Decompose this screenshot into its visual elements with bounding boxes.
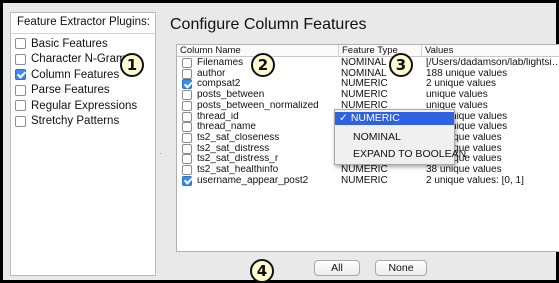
values-cell: 38 unique values [426,165,502,175]
plugin-sidebar: Feature Extractor Plugins: Basic Feature… [10,12,156,276]
page-title: Configure Column Features [170,16,367,33]
row-checkbox[interactable] [182,90,192,101]
column-name-cell: ts2_sat_distress_r [197,154,279,165]
feature-type-cell[interactable]: NUMERIC [341,176,421,187]
values-cell: 2 unique values [426,79,497,90]
dropdown-option-expand-to-boolean[interactable]: EXPAND TO BOOLEAN [335,148,466,161]
plugin-label: Basic Features [31,37,108,50]
plugin-checkbox[interactable] [15,115,26,127]
plugin-checkbox[interactable] [15,38,26,50]
table-row[interactable]: compsat2 NUMERIC 2 unique values [177,79,559,90]
column-name-cell: ts2_sat_healthinfo [197,165,279,175]
select-all-button[interactable]: All [314,260,360,276]
table-header: Column Name Feature Type Values [177,45,559,57]
feature-type-cell[interactable]: NUMERIC [341,165,421,176]
plugin-checkbox[interactable] [15,84,26,96]
feature-type-dropdown[interactable]: ✓ NUMERIC NOMINAL EXPAND TO BOOLEAN [334,109,466,165]
row-checkbox[interactable] [182,122,192,133]
plugin-label: Column Features [31,68,120,81]
dropdown-option-nominal[interactable]: NOMINAL [335,131,454,144]
column-name-cell: posts_between [197,90,265,101]
row-checkbox[interactable] [182,58,192,68]
plugin-item-basic-features[interactable]: Basic Features [11,36,155,52]
feature-type-cell[interactable]: NUMERIC [341,90,421,101]
table-row[interactable]: ts2_sat_healthinfo NUMERIC 38 unique value… [177,165,559,176]
row-checkbox[interactable] [182,143,192,154]
table-row[interactable]: username_appear_post2 NUMERIC 2 unique val… [177,175,559,187]
column-name-cell: ts2_sat_distress [197,143,270,154]
column-header-values[interactable]: Values [422,45,559,57]
table-row[interactable]: Filenames NOMINAL [/Users/dadamson/lab/lig… [177,58,559,69]
callout-badge-2: 2 [251,53,275,77]
plugin-list: Basic Features Character N-Grams Column … [11,33,155,129]
dropdown-option-label: NUMERIC [350,112,400,124]
callout-badge-4: 4 [250,259,274,283]
values-cell: unique values [426,90,488,101]
row-checkbox[interactable] [182,79,192,90]
table-row[interactable]: author NOMINAL 188 unique values [177,68,559,80]
feature-type-cell[interactable]: NUMERIC [341,79,421,90]
checkmark-icon: ✓ [339,112,348,124]
dropdown-option-numeric[interactable]: ✓ NUMERIC [335,112,454,125]
dropdown-option-label: EXPAND TO BOOLEAN [353,148,467,160]
values-cell: 188 unique values [426,68,508,79]
row-checkbox[interactable] [182,165,192,175]
column-name-cell: ts2_sat_closeness [197,132,280,143]
sidebar-title: Feature Extractor Plugins: [17,16,150,28]
plugin-checkbox[interactable] [15,69,26,81]
splitter-handle[interactable]: · [159,148,162,158]
callout-badge-3: 3 [389,53,413,77]
column-name-cell: posts_between_normalized [197,100,319,111]
values-cell: 2 unique values: [0, 1] [426,175,524,186]
row-checkbox[interactable] [182,132,192,143]
dropdown-option-label: NOMINAL [353,131,401,143]
plugin-item-regular-expressions[interactable]: Regular Expressions [11,98,155,114]
plugin-label: Regular Expressions [31,99,138,112]
window-frame: Feature Extractor Plugins: Basic Feature… [0,0,559,283]
callout-badge-1: 1 [120,53,144,77]
column-name-cell: thread_name [197,122,256,133]
plugin-checkbox[interactable] [15,53,26,65]
plugin-item-parse-features[interactable]: Parse Features [11,83,155,99]
plugin-label: Stretchy Patterns [31,115,120,128]
row-checkbox[interactable] [182,175,192,186]
plugin-item-stretchy-patterns[interactable]: Stretchy Patterns [11,114,155,130]
select-none-button[interactable]: None [375,260,427,276]
values-cell: [/Users/dadamson/lab/lightsi… [426,58,559,68]
column-header-type[interactable]: Feature Type [339,45,422,57]
column-name-cell: username_appear_post2 [197,175,309,186]
column-name-cell: compsat2 [197,79,241,90]
plugin-label: Parse Features [31,84,110,97]
row-checkbox[interactable] [182,154,192,165]
table-row[interactable]: posts_between NUMERIC unique values [177,90,559,101]
plugin-label: Character N-Grams [31,53,132,66]
row-checkbox[interactable] [182,68,192,79]
row-checkbox[interactable] [182,100,192,111]
row-checkbox[interactable] [182,111,192,122]
plugin-checkbox[interactable] [15,100,26,112]
column-name-cell: thread_id [197,111,239,122]
